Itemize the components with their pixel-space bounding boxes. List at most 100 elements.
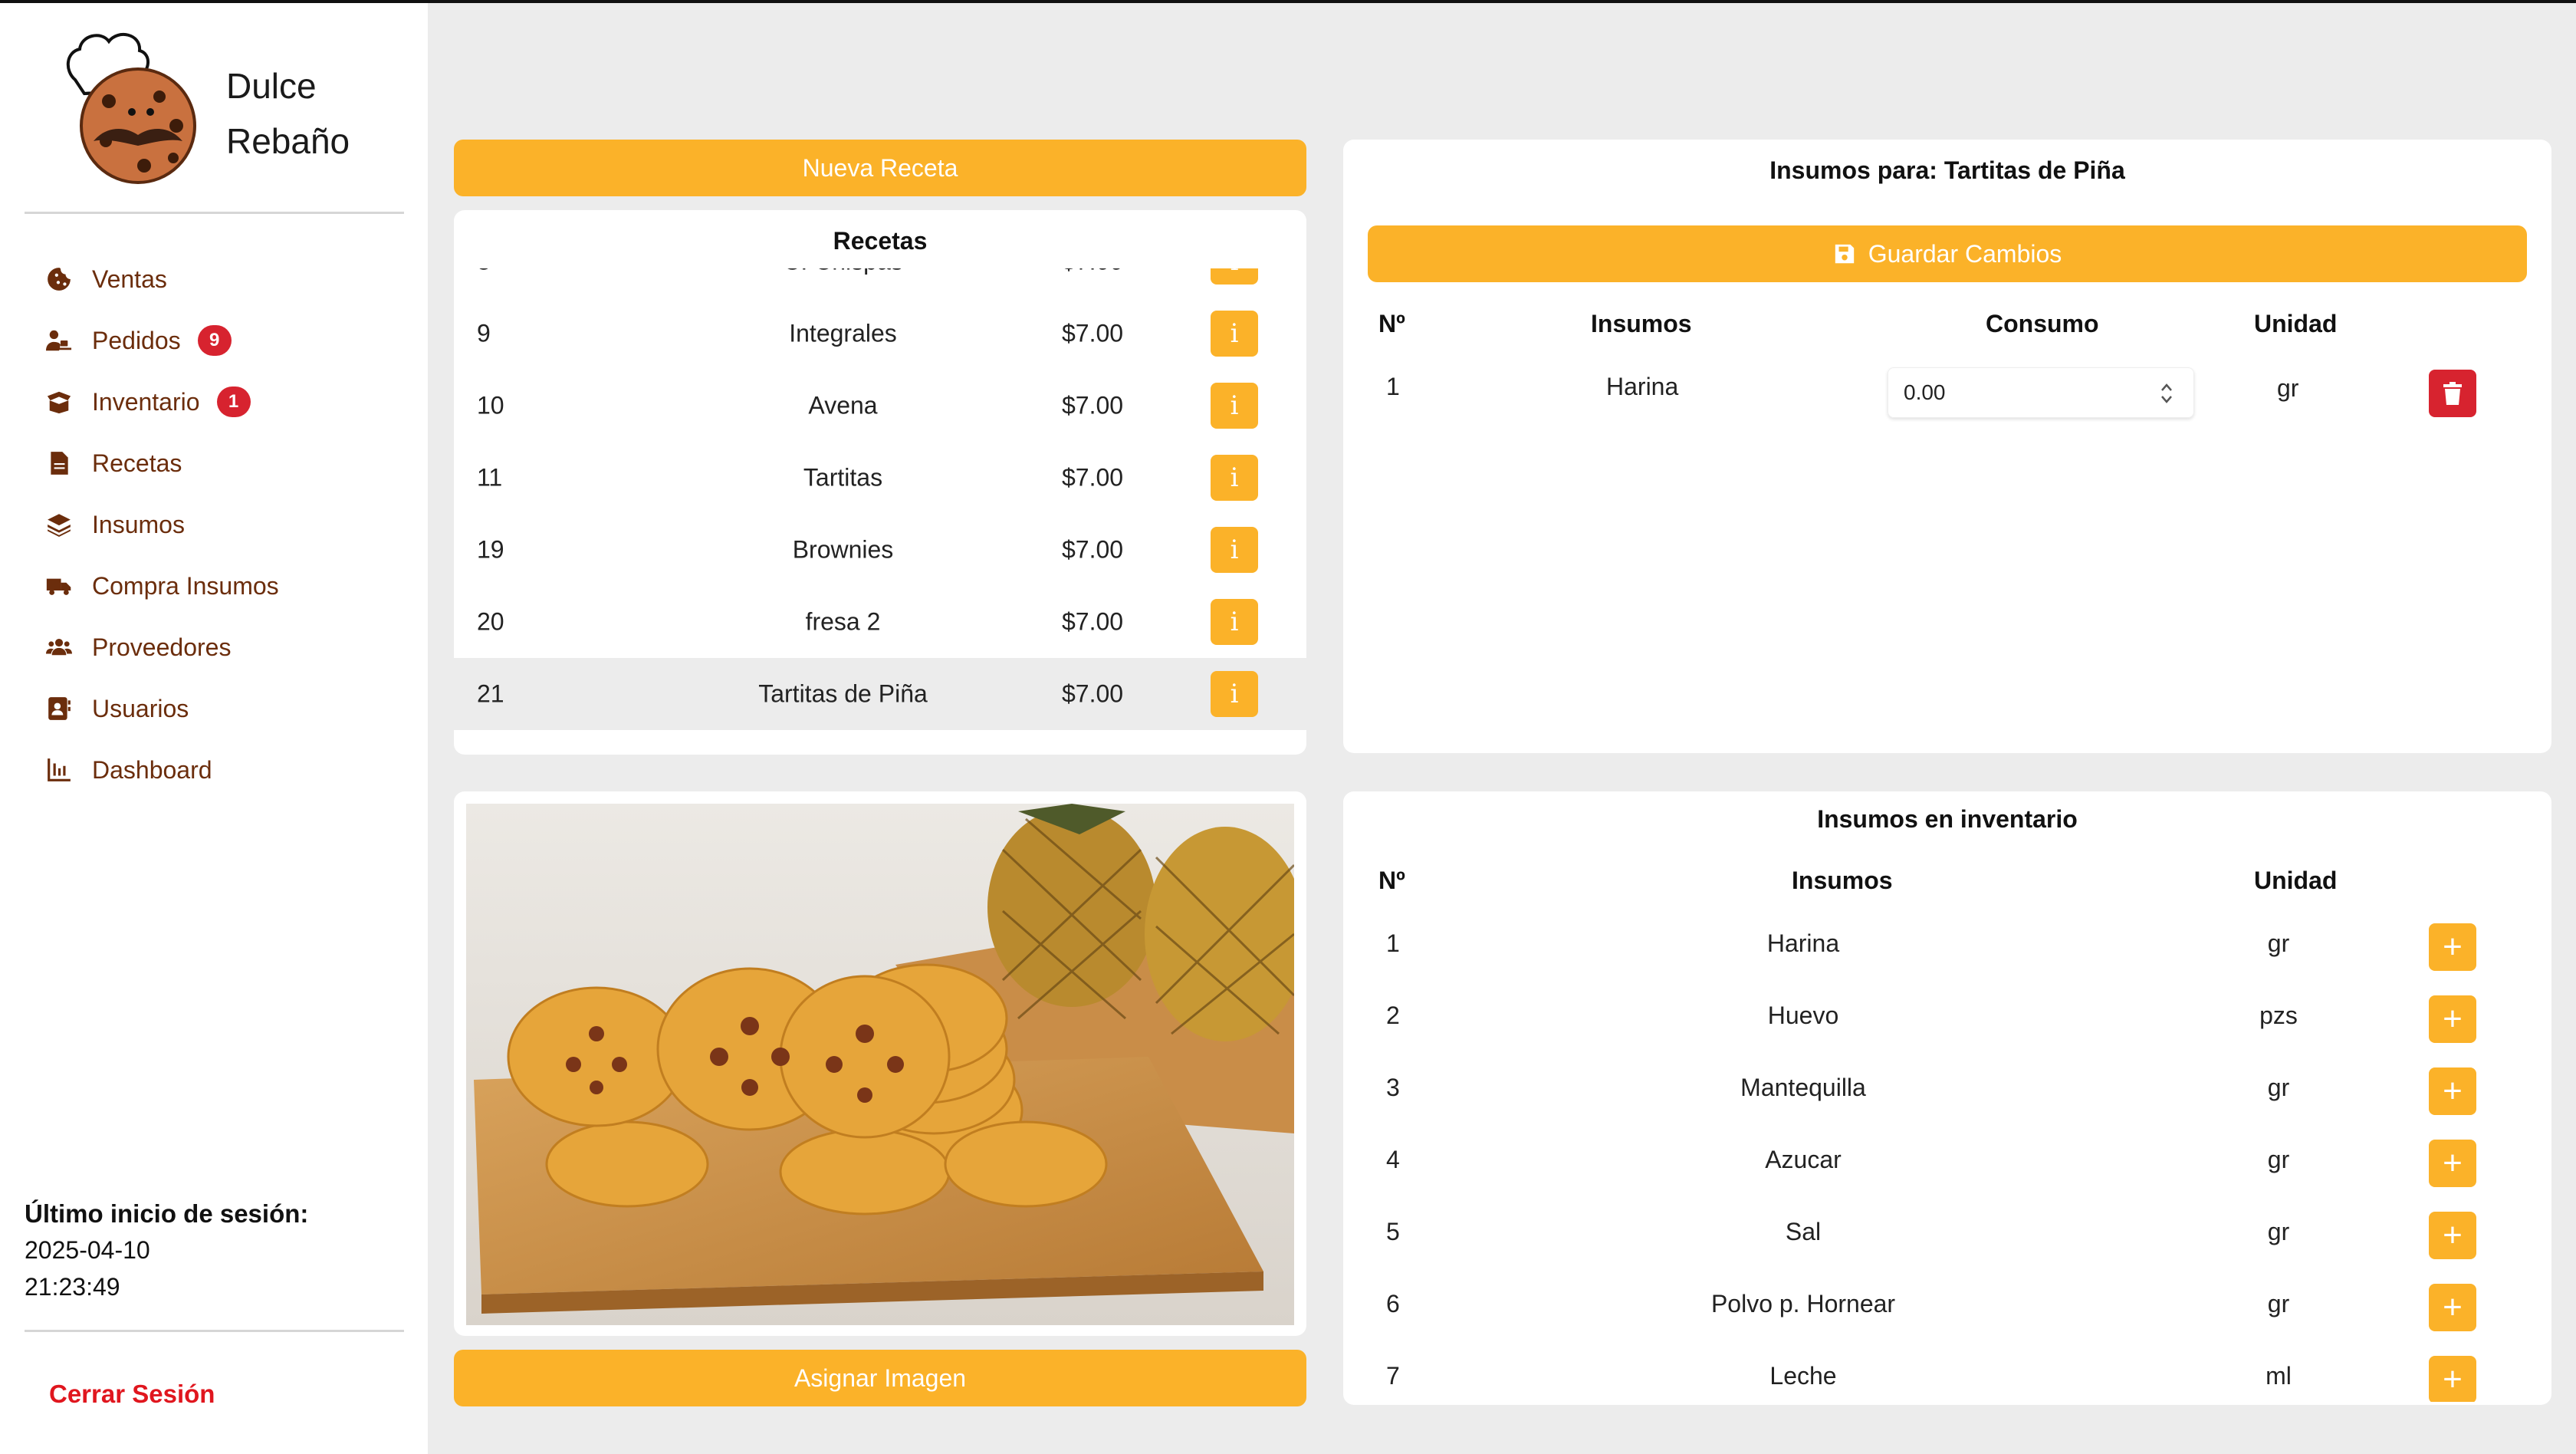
table-row[interactable]: 19 Brownies $7.00 i (454, 514, 1306, 586)
sidebar-item-ventas[interactable]: Ventas (46, 248, 279, 310)
recipe-info-button[interactable]: i (1211, 383, 1258, 429)
sidebar-item-insumos[interactable]: Insumos (46, 494, 279, 555)
recipes-table[interactable]: 8 C. Chispas $7.00 i 9 Integrales $7.00 … (454, 268, 1306, 744)
supply-unit: pzs (2259, 1002, 2298, 1029)
table-row[interactable]: 9 Integrales $7.00 i (454, 298, 1306, 370)
add-supply-button[interactable]: + (2429, 995, 2476, 1043)
info-icon: i (1230, 535, 1239, 565)
delete-supply-button[interactable] (2429, 370, 2476, 417)
save-changes-button[interactable]: Guardar Cambios (1368, 225, 2527, 282)
plus-icon: + (2443, 1000, 2463, 1038)
info-icon: i (1230, 607, 1239, 637)
recipe-photo (466, 804, 1294, 1325)
logout-link[interactable]: Cerrar Sesión (49, 1380, 215, 1409)
sidebar-item-pedidos[interactable]: Pedidos 9 (46, 310, 279, 371)
supply-unit: ml (2266, 1362, 2292, 1390)
cookie-chef-logo (67, 33, 196, 184)
recipe-supplies-title: Insumos para: Tartitas de Piña (1769, 156, 2125, 184)
new-recipe-button[interactable]: Nueva Receta (454, 140, 1306, 196)
table-row: 4 Azucar gr + (1343, 1115, 2551, 1187)
recipe-name: Brownies (792, 535, 894, 564)
info-icon: i (1230, 679, 1239, 709)
table-row: 6 Polvo p. Hornear gr + (1343, 1259, 2551, 1331)
table-row-selected[interactable]: 21 Tartitas de Piña $7.00 i (454, 658, 1306, 730)
consumption-input[interactable]: 0.00 (1888, 367, 2194, 418)
recipe-info-button[interactable]: i (1211, 455, 1258, 501)
table-row: 2 Huevo pzs + (1343, 971, 2551, 1043)
sidebar-item-label: Proveedores (92, 633, 232, 661)
inventory-table[interactable]: 1 Harina gr + 2 Huevo pzs + 3 Mantequill… (1343, 899, 2551, 1402)
assign-image-button[interactable]: Asignar Imagen (454, 1350, 1306, 1406)
recipe-info-button[interactable]: i (1211, 268, 1258, 285)
recipe-info-button[interactable]: i (1211, 527, 1258, 573)
recipe-price: $7.00 (1062, 268, 1123, 276)
recipe-id: 11 (477, 463, 503, 492)
table-row[interactable]: 10 Avena $7.00 i (454, 370, 1306, 442)
supply-number: 7 (1386, 1362, 1400, 1390)
supply-number: 3 (1386, 1074, 1400, 1101)
table-row[interactable]: 11 Tartitas $7.00 i (454, 442, 1306, 514)
inventario-count-badge: 1 (216, 387, 251, 417)
pedidos-count-badge: 9 (197, 325, 232, 356)
supply-name: Mantequilla (1740, 1074, 1866, 1101)
recipe-name: Integrales (789, 319, 897, 347)
recipe-info-button[interactable]: i (1211, 311, 1258, 357)
plus-icon: + (2443, 1288, 2463, 1326)
add-supply-button[interactable]: + (2429, 923, 2476, 971)
supply-unit: gr (2267, 929, 2290, 957)
supply-number: 2 (1386, 1002, 1400, 1029)
last-login-date: 2025-04-10 (25, 1236, 150, 1264)
table-row: 7 Leche ml + (1343, 1331, 2551, 1402)
add-supply-button[interactable]: + (2429, 1284, 2476, 1331)
column-header-n: Nº (1378, 310, 1405, 337)
inventory-supplies-card: Insumos en inventario Nº Insumos Unidad … (1343, 791, 2551, 1405)
sidebar-item-label: Inventario (92, 387, 200, 416)
sidebar-item-inventario[interactable]: Inventario 1 (46, 371, 279, 433)
users-icon (46, 638, 72, 656)
add-supply-button[interactable]: + (2429, 1212, 2476, 1259)
inventory-title: Insumos en inventario (1817, 805, 2078, 833)
supply-number: 4 (1386, 1146, 1400, 1173)
cookie-icon (48, 268, 71, 291)
add-supply-button[interactable]: + (2429, 1067, 2476, 1115)
table-row[interactable]: 20 fresa 2 $7.00 i (454, 586, 1306, 658)
brand-name: Dulce Rebaño (226, 58, 350, 169)
supply-unit: gr (2267, 1074, 2290, 1101)
supply-unit: gr (2267, 1218, 2290, 1245)
supply-name: Sal (1785, 1218, 1822, 1245)
sidebar-item-dashboard[interactable]: Dashboard (46, 739, 279, 801)
info-icon: i (1230, 318, 1239, 349)
supply-name: Harina (1606, 373, 1679, 400)
sidebar-item-recetas[interactable]: Recetas (46, 433, 279, 494)
supply-number: 5 (1386, 1218, 1400, 1245)
recipe-name: Tartitas (803, 463, 883, 492)
recipe-id: 19 (477, 535, 504, 564)
sidebar-item-usuarios[interactable]: Usuarios (46, 678, 279, 739)
recipe-name: Avena (808, 391, 878, 419)
add-supply-button[interactable]: + (2429, 1140, 2476, 1187)
last-login-label: Último inicio de sesión: (25, 1199, 309, 1228)
sidebar: Dulce Rebaño Ventas Pedidos 9 Inventario… (0, 3, 428, 1454)
trash-icon (2443, 382, 2462, 405)
user-dolly-icon (46, 330, 72, 351)
table-row[interactable]: 8 C. Chispas $7.00 i (454, 268, 1306, 298)
sidebar-item-label: Compra Insumos (92, 571, 279, 600)
supply-number: 1 (1386, 373, 1400, 400)
recipes-card: Recetas 8 C. Chispas $7.00 i 9 Integrale… (454, 210, 1306, 755)
stepper-arrows-icon[interactable] (2160, 380, 2174, 406)
last-login-time: 21:23:49 (25, 1273, 120, 1301)
brand-line-1: Dulce (226, 66, 317, 106)
add-supply-button[interactable]: + (2429, 1356, 2476, 1402)
supply-name: Polvo p. Hornear (1710, 1290, 1896, 1317)
brand-line-2: Rebaño (226, 121, 350, 161)
info-icon: i (1230, 268, 1239, 277)
recipe-info-button[interactable]: i (1211, 671, 1258, 717)
consumption-value: 0.00 (1904, 380, 1946, 404)
sidebar-item-proveedores[interactable]: Proveedores (46, 617, 279, 678)
sidebar-item-label: Usuarios (92, 694, 189, 722)
supply-unit: gr (2267, 1290, 2290, 1317)
recipe-info-button[interactable]: i (1211, 599, 1258, 645)
recipe-id: 8 (477, 268, 491, 276)
plus-icon: + (2443, 928, 2463, 965)
sidebar-item-compra-insumos[interactable]: Compra Insumos (46, 555, 279, 617)
